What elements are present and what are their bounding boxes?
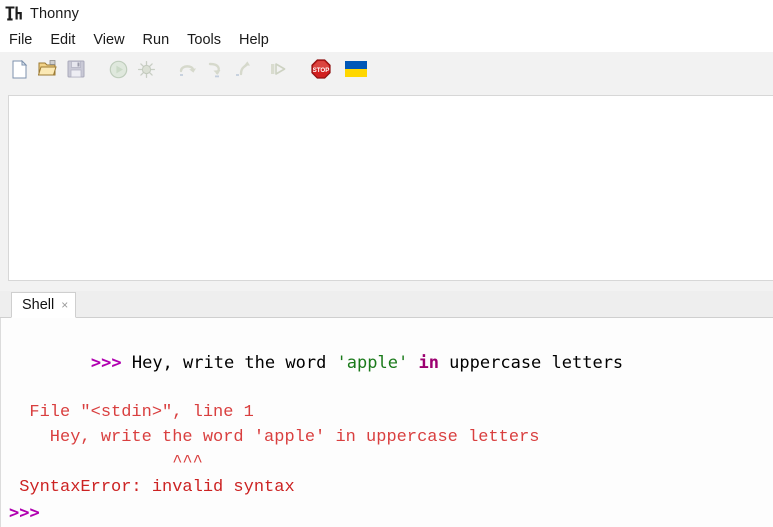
close-icon[interactable]: × (61, 299, 68, 311)
prompt-marker: >>> (90, 352, 122, 373)
traceback-exception-line: SyntaxError: invalid syntax (9, 477, 295, 497)
save-file-icon[interactable] (64, 57, 88, 81)
menu-file[interactable]: File (9, 32, 41, 48)
code-editor[interactable] (8, 95, 773, 281)
window-title: Thonny (30, 6, 79, 22)
open-file-icon[interactable] (36, 57, 60, 81)
traceback-caret-line: ^^^ (9, 452, 203, 472)
new-file-icon[interactable] (8, 57, 32, 81)
ukraine-flag-icon[interactable] (344, 57, 368, 81)
input-space (408, 353, 418, 373)
thonny-logo-icon (4, 4, 24, 24)
debug-icon[interactable] (134, 57, 158, 81)
shell-prompt-line: >>> (9, 502, 40, 523)
thonny-window: Thonny File Edit View Run Tools Help STO… (0, 0, 773, 527)
menu-view[interactable]: View (93, 32, 133, 48)
step-over-icon[interactable] (176, 57, 200, 81)
menu-bar: File Edit View Run Tools Help (0, 28, 773, 52)
title-bar: Thonny (0, 0, 773, 28)
input-keyword-in: in (418, 352, 439, 373)
step-out-icon[interactable] (232, 57, 256, 81)
shell-notebook: Shell × >>> Hey, write the word 'apple' … (0, 291, 773, 527)
run-icon[interactable] (106, 57, 130, 81)
tab-shell-label: Shell (22, 297, 55, 313)
menu-run[interactable]: Run (143, 32, 179, 48)
shell-input-line: >>> Hey, write the word 'apple' in upper… (9, 326, 773, 401)
shell-output[interactable]: >>> Hey, write the word 'apple' in upper… (0, 318, 773, 527)
traceback-file-line: File "<stdin>", line 1 (9, 402, 254, 422)
svg-text:STOP: STOP (313, 67, 330, 74)
input-string-literal: 'apple' (336, 352, 409, 373)
toolbar: STOP (0, 52, 773, 87)
resume-icon[interactable] (267, 57, 291, 81)
tab-shell[interactable]: Shell × (11, 292, 77, 318)
input-text-b: uppercase letters (438, 352, 624, 373)
shell-tabstrip: Shell × (0, 291, 773, 318)
menu-edit[interactable]: Edit (50, 32, 84, 48)
step-into-icon[interactable] (204, 57, 228, 81)
pane-splitter[interactable] (0, 281, 773, 291)
menu-help[interactable]: Help (239, 32, 278, 48)
traceback-source-line: Hey, write the word 'apple' in uppercase… (9, 427, 540, 447)
editor-pane-wrapper (0, 87, 773, 281)
input-text-a: Hey, write the word (121, 352, 337, 373)
menu-tools[interactable]: Tools (187, 32, 230, 48)
stop-icon[interactable]: STOP (309, 57, 333, 81)
